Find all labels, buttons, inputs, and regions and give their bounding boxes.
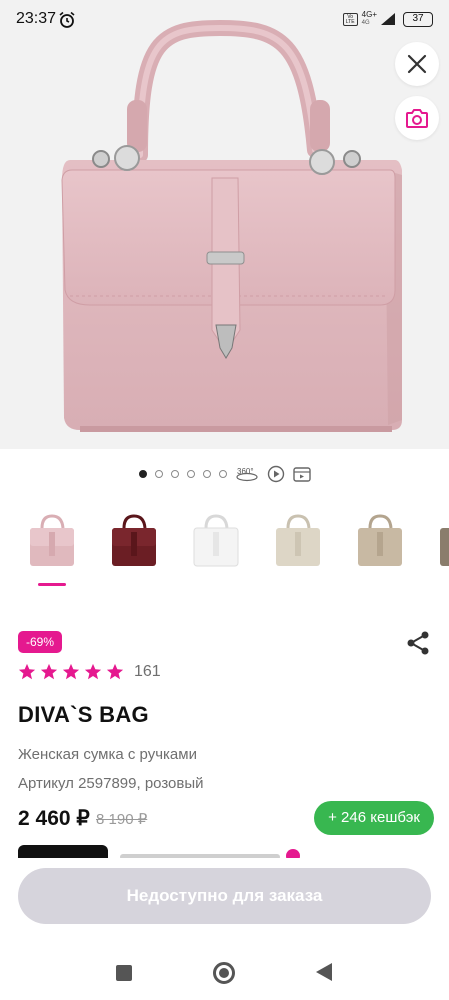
pager-dot[interactable] <box>170 470 179 478</box>
share-icon <box>407 631 429 655</box>
variant-image <box>276 514 320 566</box>
star-icon <box>18 663 36 680</box>
cashback-badge[interactable]: + 246 кешбэк <box>314 801 434 835</box>
color-variants <box>0 506 449 592</box>
video-icon[interactable] <box>267 465 285 483</box>
current-price: 2 460 ₽ <box>18 807 90 830</box>
discount-badge: -69% <box>18 631 63 653</box>
video-review-icon[interactable] <box>292 465 311 483</box>
camera-icon <box>406 109 428 128</box>
variant-thumbnail[interactable] <box>104 506 164 586</box>
brand-name[interactable]: DIVA`S BAG <box>18 702 149 728</box>
old-price: 8 190 ₽ <box>96 811 148 828</box>
star-icon <box>40 663 58 680</box>
close-icon <box>407 54 427 74</box>
pager-dot[interactable] <box>202 470 211 478</box>
pager-dot[interactable] <box>186 470 195 478</box>
reviews-count: 161 <box>134 663 161 680</box>
variant-thumbnail[interactable] <box>268 506 328 586</box>
network-sub: 4G <box>361 20 370 26</box>
back-button[interactable] <box>316 963 332 981</box>
pager-dot[interactable] <box>218 470 227 478</box>
gallery-pager: 360° <box>0 463 449 485</box>
star-icon <box>84 663 102 680</box>
variant-image <box>358 514 402 566</box>
pager-dot[interactable] <box>154 470 163 478</box>
variant-image <box>30 514 74 566</box>
unavailable-order-button[interactable]: Недоступно для заказа <box>18 868 431 924</box>
selected-variant-indicator <box>38 583 66 586</box>
variant-thumbnail[interactable] <box>22 506 82 586</box>
product-image-gallery[interactable] <box>0 0 449 449</box>
view-360-icon[interactable]: 360° <box>235 465 259 483</box>
status-bar: 23:37 Vo LTE 4G+ 4G 37 <box>0 0 449 40</box>
network-type: 4G+ <box>361 10 377 19</box>
variant-thumbnail[interactable] <box>350 506 410 586</box>
network-label: 4G+ 4G <box>362 11 377 27</box>
variant-image <box>193 514 239 567</box>
variant-image <box>112 514 156 566</box>
battery-indicator: 37 <box>403 11 433 27</box>
product-article: Артикул 2597899, розовый <box>18 775 204 792</box>
recents-button[interactable] <box>116 965 132 981</box>
status-time: 23:37 <box>16 10 57 27</box>
star-icon <box>106 663 124 680</box>
volte-badge: Vo LTE <box>342 12 358 26</box>
signal-icon <box>381 13 395 25</box>
variant-thumbnail[interactable] <box>432 506 449 586</box>
product-image <box>61 19 402 432</box>
pager-dot[interactable] <box>138 470 147 478</box>
star-icon <box>62 663 80 680</box>
search-by-photo-button[interactable] <box>395 96 439 140</box>
variant-image <box>440 528 449 566</box>
alarm-icon <box>59 11 75 28</box>
rating[interactable]: 161 <box>18 660 161 684</box>
variant-thumbnail[interactable] <box>186 506 246 586</box>
system-nav-bar <box>0 938 449 1000</box>
home-button[interactable] <box>213 962 235 984</box>
status-indicators: Vo LTE 4G+ 4G 37 <box>342 11 433 27</box>
product-title: Женская сумка с ручками <box>18 746 197 763</box>
bottom-action-bar: Недоступно для заказа <box>0 858 449 938</box>
share-button[interactable] <box>405 630 431 656</box>
close-button[interactable] <box>395 42 439 86</box>
